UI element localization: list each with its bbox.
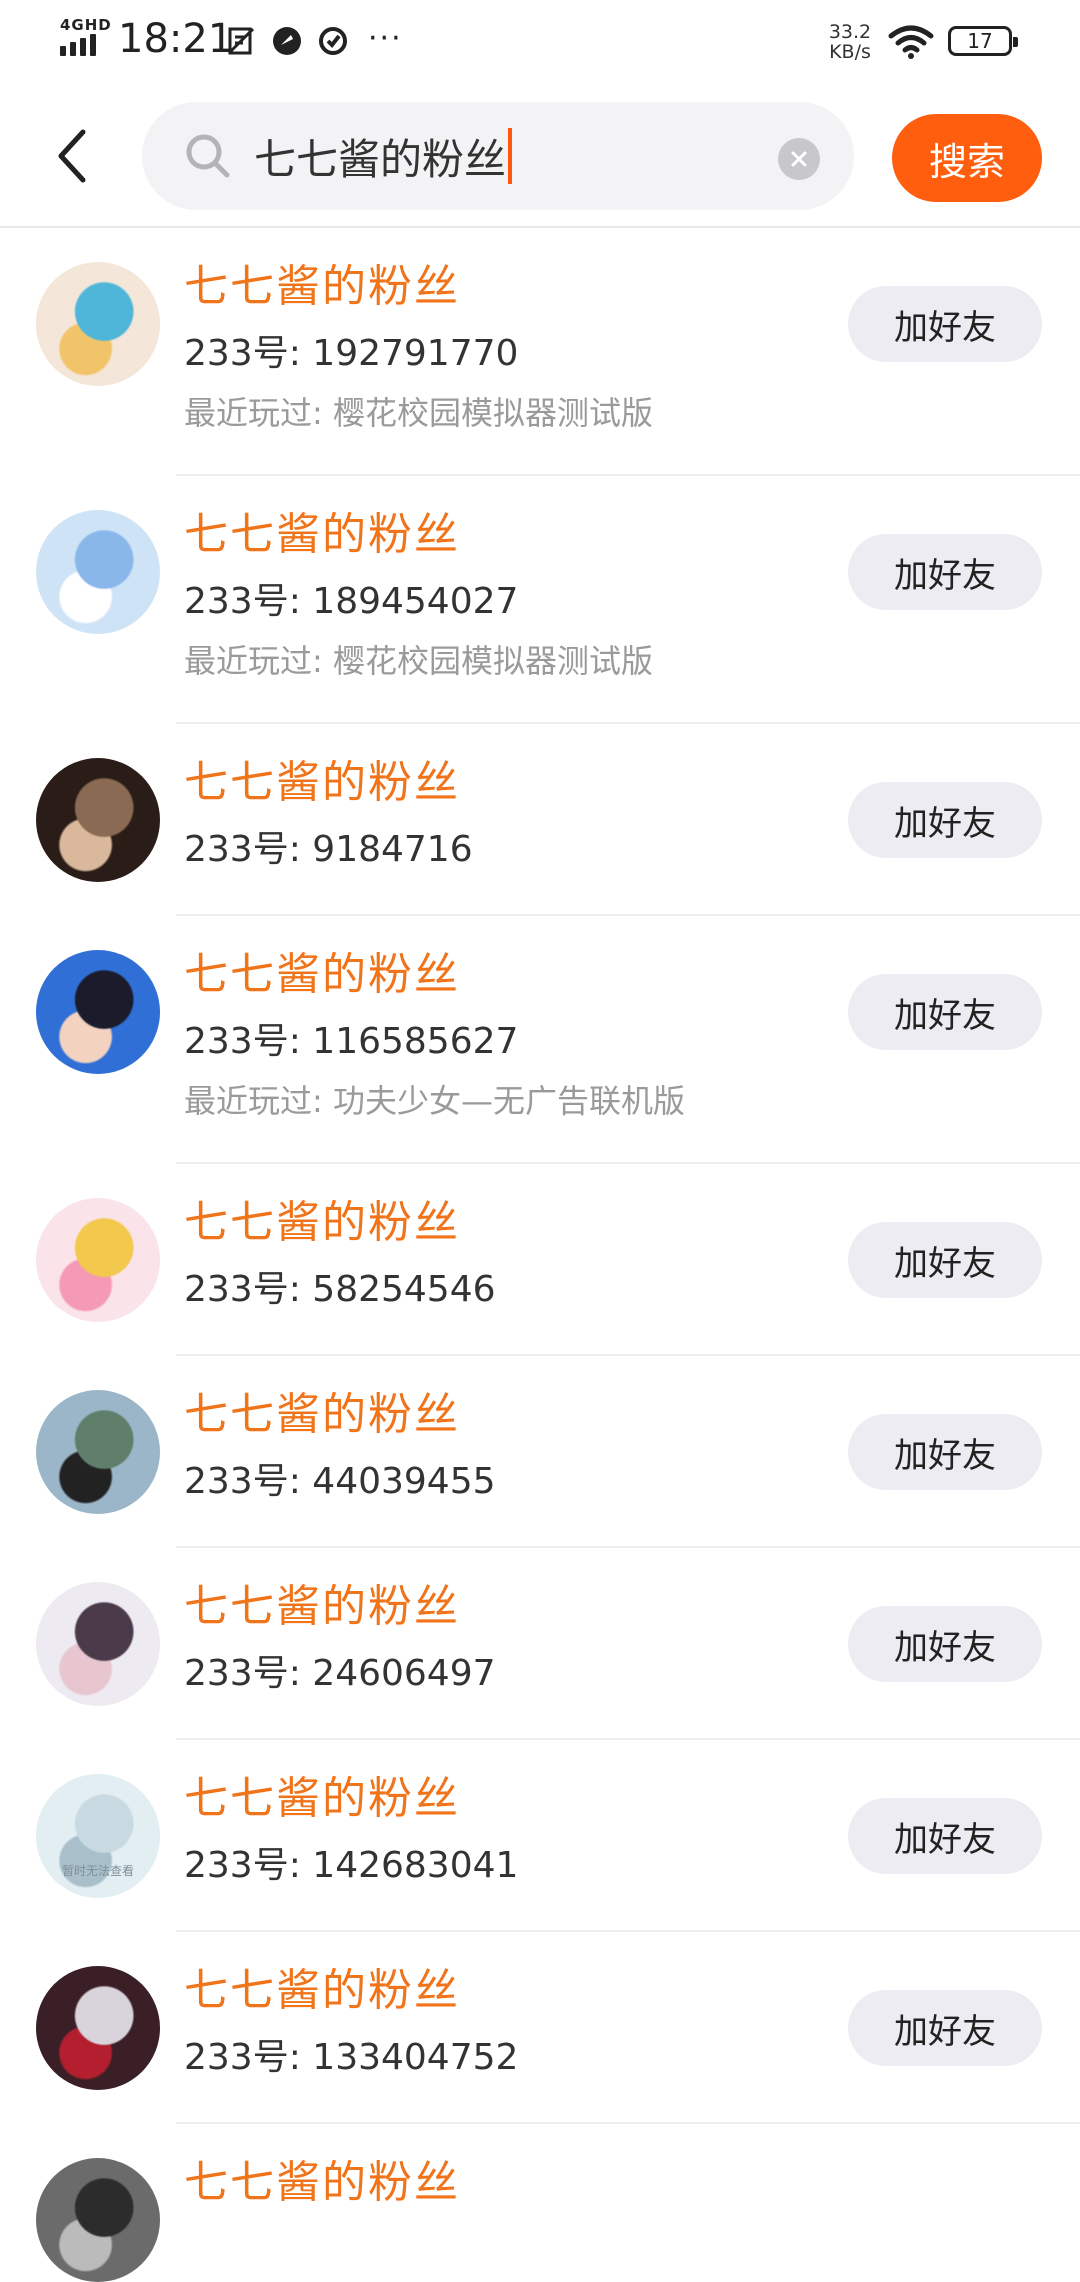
user-233-id: 233号: 116585627 [184, 1021, 519, 1062]
network-speed-value: 33.2 [828, 21, 872, 43]
user-name[interactable]: 七七酱的粉丝 [184, 746, 460, 810]
close-icon [791, 151, 807, 167]
user-result-row[interactable]: 七七酱的粉丝 233号: 24606497 加好友 [0, 1548, 1080, 1740]
user-233-id: 233号: 24606497 [184, 1653, 496, 1694]
user-name[interactable]: 七七酱的粉丝 [184, 2146, 460, 2210]
avatar[interactable] [36, 510, 160, 634]
user-name[interactable]: 七七酱的粉丝 [184, 1762, 460, 1826]
search-box[interactable]: 七七酱的粉丝 [142, 102, 854, 210]
avatar[interactable] [36, 2158, 160, 2282]
user-result-row[interactable]: 七七酱的粉丝 233号: 9184716 加好友 [0, 724, 1080, 916]
avatar[interactable] [36, 758, 160, 882]
avatar-placeholder-text: 暂时无法查看 [61, 1864, 134, 1878]
user-result-list: 七七酱的粉丝 233号: 192791770 最近玩过: 樱花校园模拟器测试版 加好友… [0, 228, 1080, 2282]
notification-icons: ··· [224, 20, 403, 58]
user-name[interactable]: 七七酱的粉丝 [184, 938, 460, 1002]
sync-icon [316, 24, 350, 58]
avatar[interactable] [36, 1582, 160, 1706]
search-input-value: 七七酱的粉丝 [254, 134, 507, 184]
search-icon [186, 134, 230, 178]
signal-icon [60, 34, 96, 56]
user-result-row[interactable]: 七七酱的粉丝 [0, 2124, 1080, 2282]
add-friend-button[interactable]: 加好友 [848, 1222, 1042, 1298]
user-result-row[interactable]: 七七酱的粉丝 233号: 116585627 最近玩过: 功夫少女—无广告联机版 加好… [0, 916, 1080, 1164]
avatar[interactable] [36, 262, 160, 386]
avatar[interactable] [36, 1966, 160, 2090]
chevron-left-icon [58, 129, 86, 183]
avatar[interactable] [36, 1198, 160, 1322]
wifi-icon [888, 24, 934, 60]
user-233-id: 233号: 9184716 [184, 829, 473, 870]
add-friend-button[interactable]: 加好友 [848, 1606, 1042, 1682]
back-button[interactable] [46, 126, 98, 186]
avatar[interactable] [36, 950, 160, 1074]
add-friend-button[interactable]: 加好友 [848, 1798, 1042, 1874]
app-notification-icon [270, 24, 304, 58]
user-result-row[interactable]: 七七酱的粉丝 233号: 58254546 加好友 [0, 1164, 1080, 1356]
battery-icon: 17 [948, 26, 1018, 56]
screenshot-icon [224, 24, 258, 58]
status-bar: 4GHD 18:21 ··· 33.2 KB/s 17 [0, 0, 1080, 86]
search-button[interactable]: 搜索 [892, 114, 1042, 202]
user-name[interactable]: 七七酱的粉丝 [184, 1570, 460, 1634]
user-233-id: 233号: 142683041 [184, 1845, 519, 1886]
user-name[interactable]: 七七酱的粉丝 [184, 1378, 460, 1442]
network-speed: 33.2 KB/s [822, 22, 878, 62]
add-friend-button[interactable]: 加好友 [848, 1990, 1042, 2066]
user-233-id: 233号: 192791770 [184, 333, 519, 374]
recently-played-game: 最近玩过: 樱花校园模拟器测试版 [184, 394, 653, 432]
search-input[interactable]: 七七酱的粉丝 [254, 126, 513, 186]
user-result-row[interactable]: 暂时无法查看 七七酱的粉丝 233号: 142683041 加好友 [0, 1740, 1080, 1932]
clear-search-button[interactable] [778, 138, 820, 180]
user-name[interactable]: 七七酱的粉丝 [184, 1954, 460, 2018]
recently-played-game: 最近玩过: 功夫少女—无广告联机版 [184, 1082, 685, 1120]
text-caret [508, 128, 513, 184]
user-233-id: 233号: 58254546 [184, 1269, 496, 1310]
network-type: 4GHD [60, 16, 112, 34]
user-name[interactable]: 七七酱的粉丝 [184, 250, 460, 314]
search-header: 七七酱的粉丝 搜索 [0, 86, 1080, 228]
add-friend-button[interactable]: 加好友 [848, 1414, 1042, 1490]
add-friend-button[interactable]: 加好友 [848, 782, 1042, 858]
user-result-row[interactable]: 七七酱的粉丝 233号: 133404752 加好友 [0, 1932, 1080, 2124]
status-time: 18:21 [118, 16, 234, 62]
add-friend-button[interactable]: 加好友 [848, 534, 1042, 610]
user-result-row[interactable]: 七七酱的粉丝 233号: 44039455 加好友 [0, 1356, 1080, 1548]
user-name[interactable]: 七七酱的粉丝 [184, 1186, 460, 1250]
user-result-row[interactable]: 七七酱的粉丝 233号: 189454027 最近玩过: 樱花校园模拟器测试版 加好友 [0, 476, 1080, 724]
more-notifications-icon: ··· [368, 20, 403, 56]
avatar[interactable] [36, 1390, 160, 1514]
user-233-id: 233号: 189454027 [184, 581, 519, 622]
user-233-id: 233号: 44039455 [184, 1461, 496, 1502]
add-friend-button[interactable]: 加好友 [848, 286, 1042, 362]
recently-played-game: 最近玩过: 樱花校园模拟器测试版 [184, 642, 653, 680]
add-friend-button[interactable]: 加好友 [848, 974, 1042, 1050]
user-233-id: 233号: 133404752 [184, 2037, 519, 2078]
network-speed-unit: KB/s [829, 41, 871, 63]
user-result-row[interactable]: 七七酱的粉丝 233号: 192791770 最近玩过: 樱花校园模拟器测试版 加好友 [0, 228, 1080, 476]
user-name[interactable]: 七七酱的粉丝 [184, 498, 460, 562]
avatar[interactable]: 暂时无法查看 [36, 1774, 160, 1898]
